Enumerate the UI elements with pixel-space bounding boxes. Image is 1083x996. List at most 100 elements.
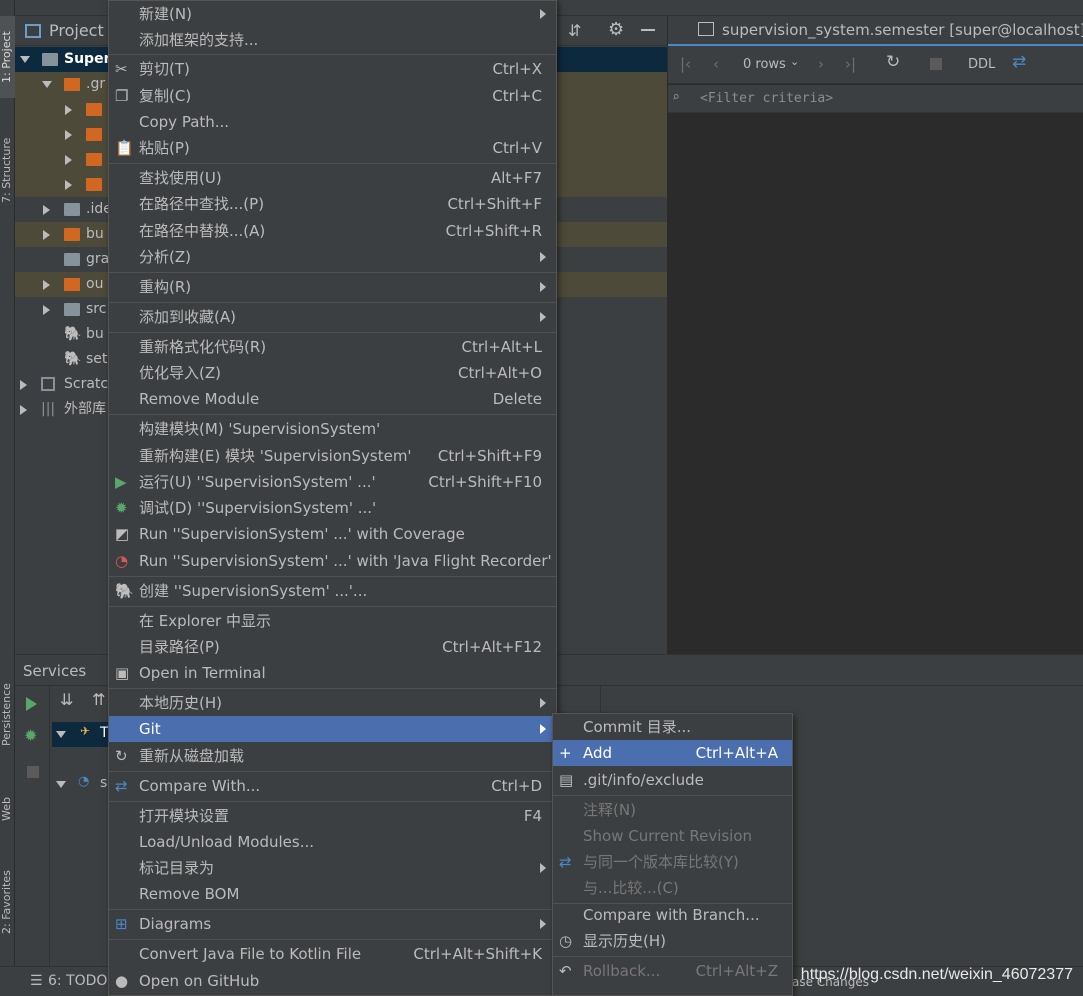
- services-row[interactable]: ◔ s: [52, 772, 112, 797]
- compare-icon: ⇄: [115, 777, 128, 795]
- context-menu-item[interactable]: ✹ 调试(D) ''SupervisionSystem' ...': [109, 495, 556, 521]
- git-submenu-item[interactable]: ▤ .git/info/exclude: [553, 767, 792, 793]
- context-menu-item[interactable]: 重新构建(E) 模块 'SupervisionSystem' Ctrl+Shift…: [109, 443, 556, 469]
- menu-item-label: 新建(N): [139, 5, 192, 23]
- library-icon: |||: [41, 401, 56, 417]
- context-menu-item[interactable]: Load/Unload Modules...: [109, 829, 556, 855]
- rows-count[interactable]: 0 rows: [743, 57, 786, 72]
- db-tab[interactable]: supervision_system.semester [super@local…: [668, 16, 1083, 46]
- menu-item-shortcut: Ctrl+Shift+F: [447, 195, 542, 213]
- context-menu-item[interactable]: ◔ Run ''SupervisionSystem' ...' with 'Jav…: [109, 548, 556, 574]
- menu-item-shortcut: Delete: [492, 390, 542, 408]
- context-menu-item[interactable]: 目录路径(P) Ctrl+Alt+F12: [109, 634, 556, 660]
- menu-item-label: 目录路径(P): [139, 638, 220, 656]
- context-menu-item[interactable]: ⇄ Compare With... Ctrl+D: [109, 773, 556, 799]
- context-menu-item[interactable]: ↻ 重新从磁盘加载: [109, 743, 556, 769]
- tab-web[interactable]: Web: [0, 784, 15, 834]
- context-menu-item[interactable]: 分析(Z): [109, 244, 556, 270]
- scissors-icon: ✂: [115, 60, 128, 78]
- context-menu-item[interactable]: ✂ 剪切(T) Ctrl+X: [109, 56, 556, 82]
- context-menu-item[interactable]: 重构(R): [109, 274, 556, 300]
- folder-icon: [64, 278, 80, 291]
- context-menu-item[interactable]: ⊞ Diagrams: [109, 911, 556, 937]
- copy-icon: ❐: [115, 87, 129, 105]
- context-menu-item[interactable]: 在路径中替换...(A) Ctrl+Shift+R: [109, 218, 556, 244]
- debug-icon[interactable]: ✹: [24, 726, 37, 745]
- filter-bar[interactable]: ⌕ <Filter criteria>: [668, 85, 1083, 113]
- next-page-icon[interactable]: ›: [818, 55, 824, 73]
- filter-input[interactable]: <Filter criteria>: [700, 91, 833, 106]
- context-menu-item[interactable]: ● Open on GitHub: [109, 968, 556, 994]
- db-toolbar: |‹ ‹ 0 rows ⌄ › ›| ↻ DDL ⇄: [668, 46, 1083, 84]
- context-menu-item[interactable]: 本地历史(H): [109, 690, 556, 716]
- first-page-icon[interactable]: |‹: [680, 55, 691, 73]
- context-menu-item[interactable]: ▶ 运行(U) ''SupervisionSystem' ...' Ctrl+Shi…: [109, 469, 556, 495]
- gear-icon[interactable]: ⚙: [608, 19, 624, 40]
- tab-structure[interactable]: 7: Structure: [0, 125, 15, 215]
- run-icon[interactable]: [26, 697, 37, 711]
- context-menu-item[interactable]: 🐘 创建 ''SupervisionSystem' ...'...: [109, 578, 556, 604]
- context-menu-item[interactable]: 标记目录为: [109, 855, 556, 881]
- context-menu-item[interactable]: Copy Path...: [109, 109, 556, 135]
- context-menu-item[interactable]: 查找使用(U) Alt+F7: [109, 165, 556, 191]
- minimize-icon[interactable]: [641, 29, 655, 31]
- ddl-button[interactable]: DDL: [968, 57, 995, 72]
- menu-item-label: 重构(R): [139, 278, 192, 296]
- prev-page-icon[interactable]: ‹: [713, 55, 719, 73]
- tab-persistence[interactable]: Persistence: [0, 670, 15, 760]
- db-tab-title: supervision_system.semester [super@local…: [722, 21, 1083, 39]
- menu-item-label: 重新构建(E) 模块 'SupervisionSystem': [139, 447, 412, 465]
- context-menu-item[interactable]: 在 Explorer 中显示: [109, 608, 556, 634]
- folder-icon: [64, 253, 80, 266]
- menu-item-shortcut: Alt+F7: [490, 169, 542, 187]
- collapse-all-icon[interactable]: ⇵: [568, 21, 581, 40]
- diagram-icon: ⊞: [115, 915, 128, 933]
- git-submenu-item[interactable]: Commit 目录...: [553, 714, 792, 740]
- context-menu-item[interactable]: 打开模块设置 F4: [109, 803, 556, 829]
- stop-icon[interactable]: [930, 58, 942, 70]
- folder-icon: [86, 128, 102, 141]
- chevron-down-icon[interactable]: ⌄: [790, 55, 799, 68]
- menu-separator: [109, 771, 556, 772]
- menu-item-shortcut: Ctrl+V: [492, 139, 542, 157]
- project-panel-title[interactable]: Project: [49, 21, 104, 40]
- context-menu-item[interactable]: Git: [109, 716, 556, 742]
- context-menu-item[interactable]: ❐ 复制(C) Ctrl+C: [109, 83, 556, 109]
- menu-item-label: 本地历史(H): [139, 694, 222, 712]
- tab-favorites[interactable]: 2: Favorites: [0, 855, 15, 950]
- context-menu-item[interactable]: ▣ Open in Terminal: [109, 660, 556, 686]
- context-menu-item[interactable]: 构建模块(M) 'SupervisionSystem': [109, 416, 556, 442]
- menu-separator: [109, 163, 556, 164]
- git-submenu-item[interactable]: Compare with Branch...: [553, 902, 792, 928]
- context-menu-item[interactable]: 在路径中查找...(P) Ctrl+Shift+F: [109, 191, 556, 217]
- context-menu-item[interactable]: 新建(N): [109, 1, 556, 27]
- refresh-icon[interactable]: ↻: [886, 52, 900, 72]
- context-menu-item[interactable]: Remove Module Delete: [109, 386, 556, 412]
- compare-icon[interactable]: ⇄: [1012, 52, 1026, 72]
- context-menu-item[interactable]: 优化导入(Z) Ctrl+Alt+O: [109, 360, 556, 386]
- context-menu-item[interactable]: 📋 粘贴(P) Ctrl+V: [109, 135, 556, 161]
- git-submenu-item[interactable]: ◷ 显示历史(H): [553, 928, 792, 954]
- collapse-all-icon[interactable]: ⇈: [92, 690, 105, 709]
- context-menu-item[interactable]: ◩ Run ''SupervisionSystem' ...' with Cove…: [109, 521, 556, 547]
- context-menu-item[interactable]: 添加框架的支持...: [109, 27, 556, 53]
- context-menu-item[interactable]: Remove BOM: [109, 881, 556, 907]
- menu-item-label: Open in Terminal: [139, 664, 266, 682]
- expand-all-icon[interactable]: ⇊: [60, 690, 73, 709]
- context-menu-item[interactable]: 添加到收藏(A): [109, 304, 556, 330]
- stop-icon[interactable]: [27, 766, 39, 778]
- menu-item-shortcut: F4: [523, 807, 542, 825]
- context-menu-item[interactable]: Convert Java File to Kotlin File Ctrl+Alt…: [109, 941, 556, 967]
- menu-separator: [109, 332, 556, 333]
- tab-project[interactable]: 1: Project: [0, 16, 15, 98]
- rollback-icon: ↶: [559, 962, 572, 980]
- search-icon: ⌕: [672, 90, 680, 105]
- todo-tab[interactable]: 6: TODO: [48, 973, 107, 989]
- last-page-icon[interactable]: ›|: [845, 55, 856, 73]
- menu-item-label: Compare with Branch...: [583, 906, 760, 924]
- git-submenu-item[interactable]: + Add Ctrl+Alt+A: [553, 740, 792, 766]
- services-row-selected[interactable]: ✈ T: [52, 722, 112, 747]
- context-menu-item[interactable]: 重新格式化代码(R) Ctrl+Alt+L: [109, 334, 556, 360]
- menu-item-shortcut: Ctrl+Alt+Shift+K: [413, 945, 542, 963]
- debug-icon: ✹: [115, 499, 128, 517]
